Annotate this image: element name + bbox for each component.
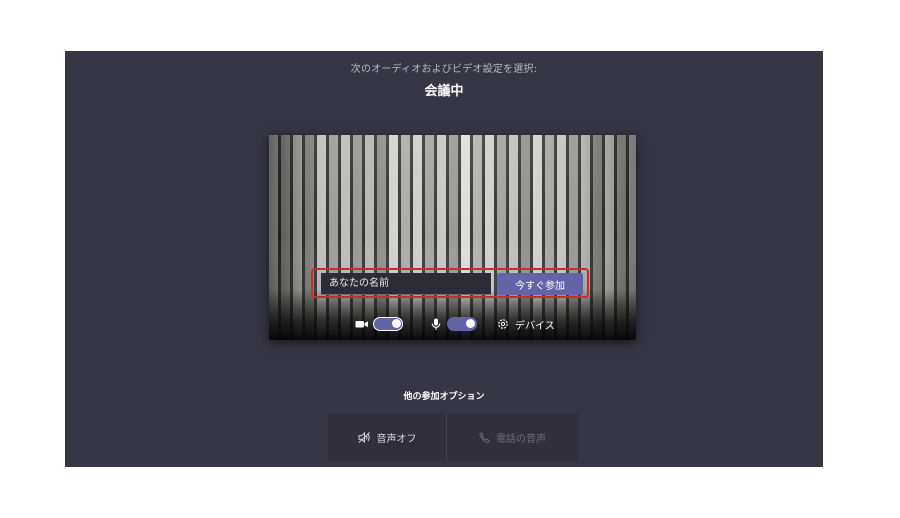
camera-toggle-knob <box>391 319 401 328</box>
join-now-button[interactable]: 今すぐ参加 <box>497 273 583 295</box>
other-join-options-heading: 他の参加オプション <box>403 392 485 402</box>
other-join-options: 音声オフ 電話の音声 <box>328 413 578 461</box>
video-camera-icon <box>355 321 368 328</box>
devices-button[interactable]: デバイス <box>497 315 555 333</box>
name-input[interactable] <box>321 273 491 295</box>
phone-audio-button[interactable]: 電話の音声 <box>446 413 578 461</box>
phone-audio-label: 電話の音声 <box>496 433 546 445</box>
devices-label: デバイス <box>515 320 555 332</box>
phone-icon <box>479 431 490 443</box>
audio-off-label: 音声オフ <box>376 433 417 445</box>
camera-toggle[interactable] <box>373 317 403 331</box>
av-controls: デバイス <box>269 315 636 333</box>
camera-control <box>355 315 403 333</box>
prejoin-heading: 次のオーディオおよびビデオ設定を選択: <box>350 64 538 75</box>
prejoin-window: 次のオーディオおよびビデオ設定を選択: 会議中 あなたの名前 今すぐ参加 デバイ… <box>65 51 823 467</box>
mic-toggle[interactable] <box>447 317 477 331</box>
meeting-title: 会議中 <box>424 84 464 99</box>
mic-toggle-knob <box>466 319 475 328</box>
microphone-icon <box>431 318 441 330</box>
camera-preview: 今すぐ参加 <box>269 135 636 340</box>
gear-icon <box>498 319 508 329</box>
speaker-off-icon <box>358 431 370 443</box>
mic-control <box>431 315 477 333</box>
audio-off-button[interactable]: 音声オフ <box>328 413 446 461</box>
